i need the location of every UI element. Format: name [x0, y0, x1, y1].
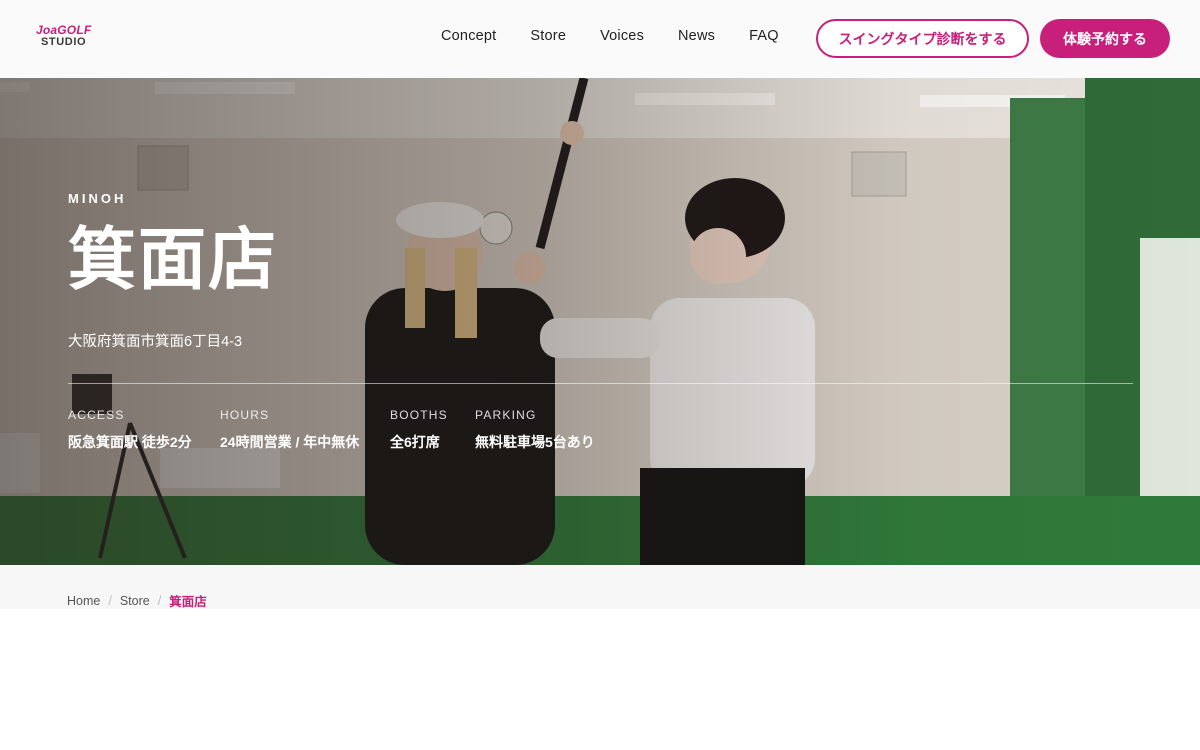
breadcrumb-bar: Home / Store / 箕面店: [0, 565, 1200, 609]
nav-news[interactable]: News: [678, 28, 715, 44]
breadcrumb-store[interactable]: Store: [120, 594, 150, 608]
info-hours-value: 24時間営業 / 年中無休: [220, 434, 360, 450]
hero-content: MINOH 箕面店 大阪府箕面市箕面6丁目4-3 ACCESS 阪急箕面駅 徒歩…: [68, 78, 1133, 565]
nav-voices[interactable]: Voices: [600, 28, 644, 44]
info-parking-label: PARKING: [475, 408, 537, 422]
trial-reservation-button[interactable]: 体験予約する: [1040, 19, 1170, 58]
store-area-label: MINOH: [68, 191, 127, 206]
store-address: 大阪府箕面市箕面6丁目4-3: [68, 334, 243, 350]
info-access-value: 阪急箕面駅 徒歩2分: [68, 434, 192, 450]
info-hours-label: HOURS: [220, 408, 270, 422]
breadcrumb-home[interactable]: Home: [67, 594, 100, 608]
info-hours: HOURS 24時間営業 / 年中無休: [220, 408, 359, 452]
store-title: 箕面店: [68, 222, 279, 298]
info-booths-label: BOOTHS: [390, 408, 448, 422]
breadcrumb-separator: /: [157, 593, 162, 608]
nav-faq[interactable]: FAQ: [749, 28, 779, 44]
breadcrumb-separator: /: [108, 593, 112, 608]
info-parking-value: 無料駐車場5台あり: [475, 434, 595, 450]
store-hero: MINOH 箕面店 大阪府箕面市箕面6丁目4-3 ACCESS 阪急箕面駅 徒歩…: [0, 78, 1200, 565]
nav-store[interactable]: Store: [530, 28, 566, 44]
joagolf-logo[interactable]: JoaGOLF STUDIO: [36, 24, 108, 50]
breadcrumb: Home / Store / 箕面店: [67, 591, 207, 610]
main-nav: Concept Store Voices News FAQ: [441, 28, 813, 44]
info-booths: BOOTHS 全6打席: [390, 408, 448, 452]
info-parking: PARKING 無料駐車場5台あり: [475, 408, 595, 452]
site-header: JoaGOLF STUDIO Concept Store Voices News…: [0, 0, 1200, 78]
logo-text-secondary: STUDIO: [41, 36, 87, 48]
info-booths-value: 全6打席: [390, 434, 440, 450]
breadcrumb-current: 箕面店: [169, 595, 207, 609]
info-access-label: ACCESS: [68, 408, 125, 422]
nav-concept[interactable]: Concept: [441, 28, 496, 44]
swing-diagnosis-button[interactable]: スイングタイプ診断をする: [816, 19, 1029, 58]
logo-text-primary: JoaGOLF: [36, 23, 92, 37]
info-access: ACCESS 阪急箕面駅 徒歩2分: [68, 408, 192, 452]
info-divider: [68, 383, 1133, 384]
